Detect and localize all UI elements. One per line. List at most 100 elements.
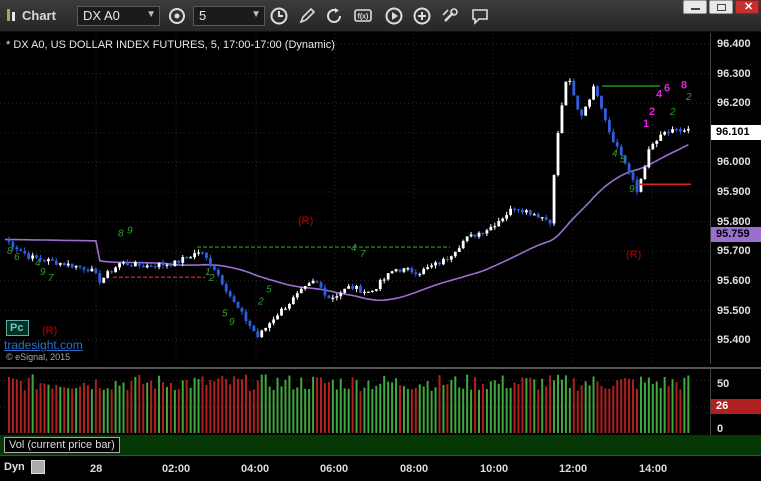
pc-button[interactable]: Pc [6,320,29,336]
candle-body [201,252,204,254]
volume-bar [525,378,528,433]
candle-body [675,129,678,131]
volume-bar [537,389,540,433]
count-digit: 9 [127,225,133,236]
studies-icon[interactable]: f(x) [352,6,374,26]
price-chart-canvas[interactable]: 864978 91259254745922124 6 8 [0,33,710,364]
price-tick: 95.900 [717,186,751,198]
volume-bar [256,380,259,433]
candle-body [319,282,323,288]
interval-value: 5 [199,8,207,23]
volume-bar [422,386,425,433]
price-chart-panel[interactable]: 8649789125925474592212468 * DX A0, US DO… [0,33,710,364]
volume-bar [493,380,496,433]
minimize-button[interactable] [683,0,707,14]
close-button[interactable]: ✕ [735,0,759,14]
volume-bar [564,375,567,433]
candle-body [78,265,82,268]
candle-body [489,226,493,231]
volume-bar [580,385,583,433]
play-replay-icon[interactable] [383,6,405,26]
candle-body [505,214,509,219]
volume-bar [414,387,417,433]
volume-bar [237,378,240,433]
volume-bar [134,376,137,433]
volume-bar [553,380,556,433]
candle-body [7,239,11,242]
volume-bar [35,389,38,433]
volume-bar [533,379,536,433]
time-axis[interactable]: Dyn 28 02:00 04:00 06:00 08:00 10:00 12:… [0,455,761,481]
volume-bar [458,387,461,433]
volume-bar [347,388,350,433]
candle-body [410,268,414,273]
tools-icon[interactable] [439,6,461,26]
volume-bar [545,386,548,433]
candle-body [276,315,279,320]
volume-bar [395,378,398,433]
interval-combo[interactable]: 5 ▼ [193,6,265,26]
scale-mode-icon[interactable] [31,460,45,474]
volume-bar [616,380,619,433]
candle-body [177,260,181,263]
link-settings-icon[interactable] [166,6,188,26]
volume-bar [71,388,74,433]
volume-canvas[interactable] [0,369,710,435]
volume-bar [505,388,508,433]
price-tick: 96.400 [717,38,751,50]
volume-bar [221,375,224,433]
candle-body [43,259,46,262]
candle-body [355,285,358,289]
volume-bar [59,386,62,433]
candle-body [430,265,433,268]
candle-body [588,99,591,107]
candle-body [604,108,607,121]
volume-bar [359,390,362,433]
price-axis[interactable]: 96.400 96.300 96.200 96.101 96.000 95.90… [710,33,761,364]
candle-body [280,308,283,316]
symbol-combo[interactable]: DX A0 ▼ [77,6,160,26]
volume-bar [31,374,34,433]
volume-bar [474,377,477,433]
chevron-down-icon[interactable]: ▼ [146,9,156,20]
pencil-draw-icon[interactable] [296,6,318,26]
zoom-in-icon[interactable] [411,6,433,26]
volume-panel[interactable] [0,367,710,435]
brand-link[interactable]: tradesight.com [4,338,83,352]
candle-body [149,265,153,267]
volume-bar [375,385,378,433]
volume-bar [276,377,279,433]
candle-body [631,172,635,180]
volume-bar [454,376,457,433]
candle-body [212,265,216,270]
candle-body [477,232,481,237]
volume-study-label[interactable]: Vol (current price bar) [4,437,120,453]
volume-bar [63,386,66,433]
candle-body [74,265,78,268]
candle-body [635,179,639,192]
volume-bar [513,382,516,433]
volume-axis[interactable]: 50 25 26 0 [710,367,761,435]
chevron-down-icon[interactable]: ▼ [251,9,261,20]
symbol-value: DX A0 [83,8,120,23]
price-tick: 96.200 [717,97,751,109]
candle-body [438,262,441,265]
volume-bar [67,388,70,433]
clock-icon[interactable] [268,6,290,26]
refresh-cursor-icon[interactable] [324,6,346,26]
volume-bar [300,377,303,433]
volume-bar [11,378,14,433]
chat-bubble-icon[interactable] [469,6,491,26]
title-bar: Chart DX A0 ▼ 5 ▼ f(x) ✕ [0,0,761,32]
price-tick: 95.500 [717,305,751,317]
candle-body [481,232,485,234]
count-digit: 4 [656,88,663,100]
maximize-button[interactable] [709,0,733,14]
volume-bar [43,383,46,433]
volume-bar [497,383,500,433]
volume-bar [679,389,682,433]
volume-bar [643,382,646,433]
candle-body [205,252,208,258]
dynamic-mode-label[interactable]: Dyn [4,461,25,473]
candle-body [106,271,110,278]
